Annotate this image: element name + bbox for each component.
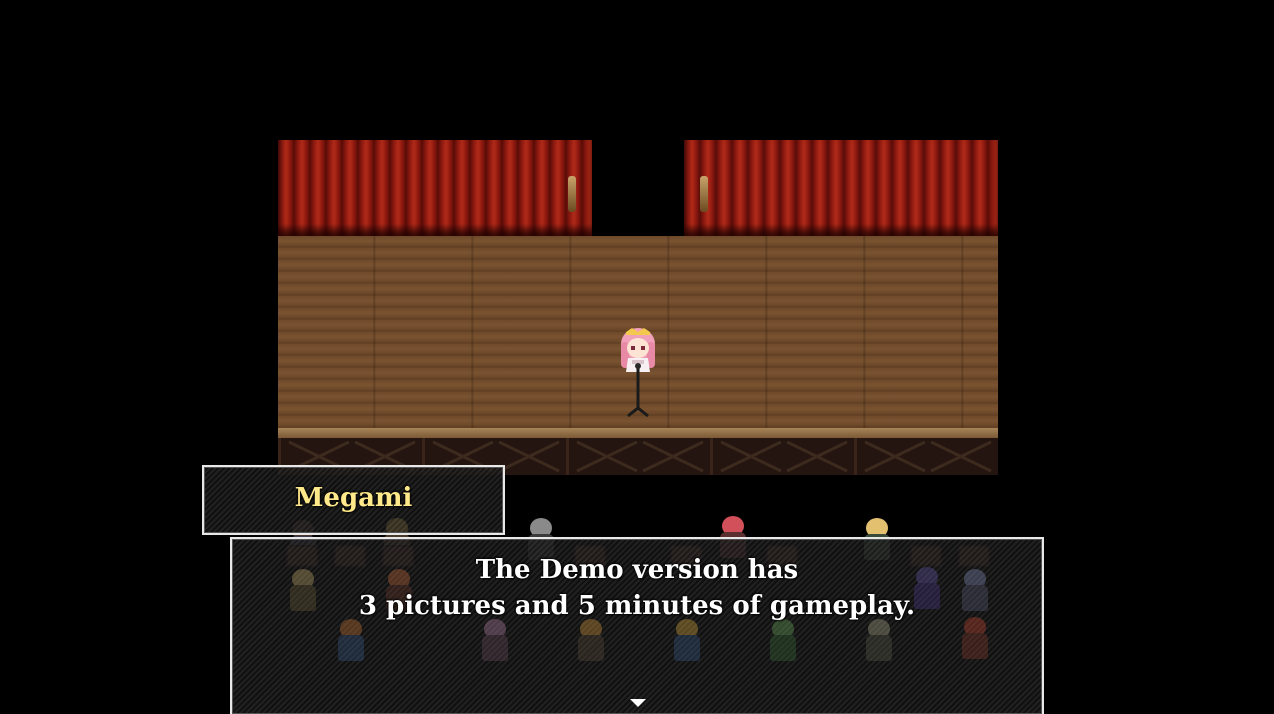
audience-member xyxy=(768,619,798,663)
truss-segment xyxy=(854,438,996,475)
message-window[interactable]: The Demo version has 3 pictures and 5 mi… xyxy=(230,537,1044,714)
audience-member xyxy=(960,617,990,661)
continue-arrow-icon[interactable] xyxy=(630,699,646,707)
speaker-name: Megami xyxy=(294,483,413,513)
stage-edge xyxy=(278,428,998,438)
theater-stage xyxy=(278,140,998,475)
game-scene: Megami The Demo version has 3 pictures a… xyxy=(0,0,1274,714)
truss-segment xyxy=(566,438,708,475)
curtain-right xyxy=(684,140,998,236)
truss-segment xyxy=(710,438,852,475)
audience-member xyxy=(480,619,510,663)
audience-member xyxy=(672,619,702,663)
curtain-left xyxy=(278,140,592,236)
singer-character-sprite xyxy=(616,326,660,418)
speaker-name-window: Megami xyxy=(202,465,505,535)
audience-member xyxy=(336,619,366,663)
curtain-tie-left xyxy=(568,176,576,212)
message-line: The Demo version has xyxy=(475,555,799,585)
audience-member xyxy=(576,619,606,663)
audience-member xyxy=(864,619,894,663)
curtain-tie-right xyxy=(700,176,708,212)
message-line: 3 pictures and 5 minutes of gameplay. xyxy=(358,591,916,621)
